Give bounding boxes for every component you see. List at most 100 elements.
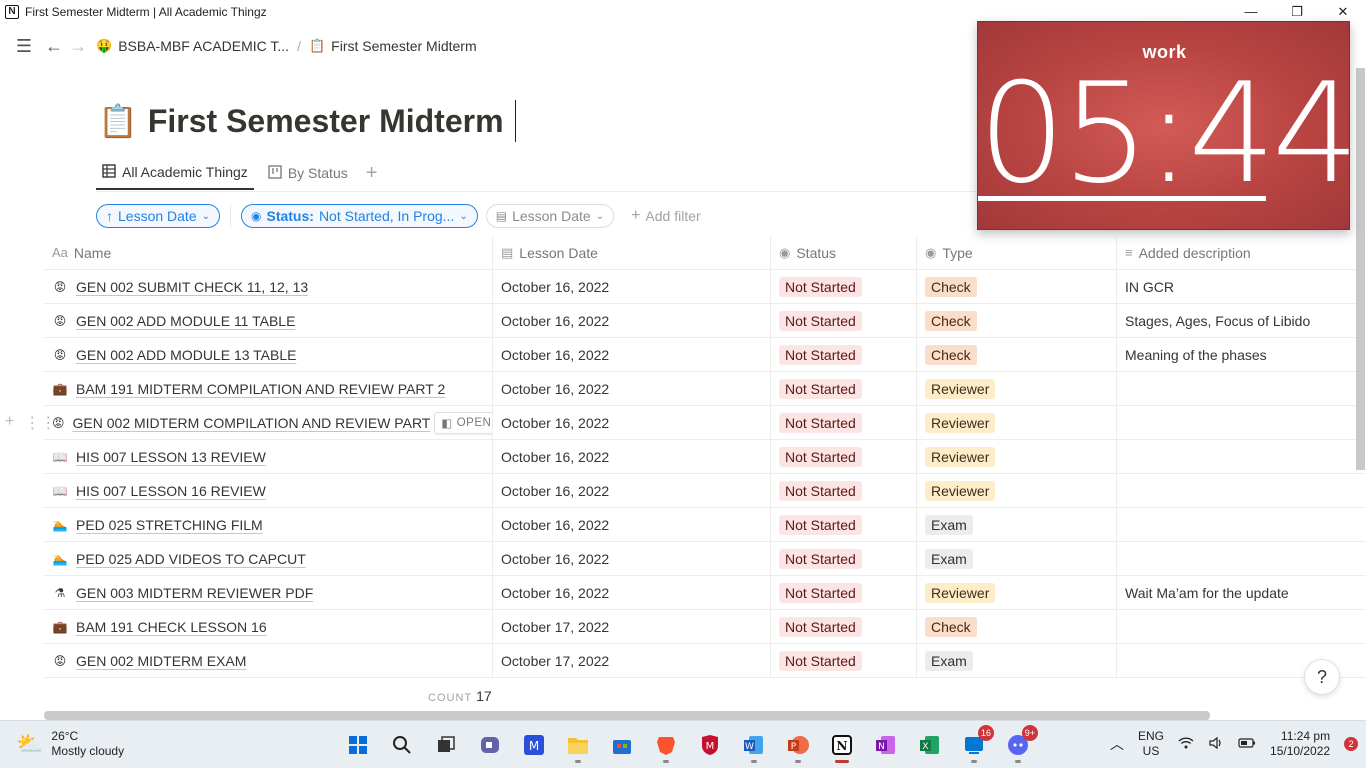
name-cell[interactable]: 😡 GEN 002 MIDTERM COMPILATION AND REVIEW … — [44, 406, 493, 439]
name-cell[interactable]: 😡 GEN 002 SUBMIT CHECK 11, 12, 13 — [44, 270, 493, 303]
type-cell[interactable]: Check — [917, 338, 1117, 371]
notification-count[interactable]: 2 — [1344, 737, 1359, 751]
name-cell[interactable]: 📖 HIS 007 LESSON 16 REVIEW — [44, 474, 493, 507]
row-name[interactable]: GEN 002 MIDTERM EXAM — [76, 653, 246, 669]
row-name[interactable]: HIS 007 LESSON 13 REVIEW — [76, 449, 266, 465]
chevron-up-icon[interactable]: ︿ — [1110, 734, 1124, 754]
powerpoint-icon[interactable]: P — [780, 727, 816, 763]
pomodoro-timer-window[interactable]: work 05:44 — [977, 21, 1360, 230]
date-cell[interactable]: October 16, 2022 — [493, 372, 771, 405]
add-view-icon[interactable]: + — [362, 162, 382, 185]
status-cell[interactable]: Not Started — [771, 338, 917, 371]
description-cell[interactable] — [1117, 610, 1366, 643]
status-cell[interactable]: Not Started — [771, 270, 917, 303]
type-cell[interactable]: Check — [917, 610, 1117, 643]
column-header-name[interactable]: Aa Name — [44, 236, 493, 269]
description-cell[interactable]: Stages, Ages, Focus of Libido — [1117, 304, 1366, 337]
store-icon[interactable] — [604, 727, 640, 763]
maximize-button[interactable]: ❐ — [1274, 0, 1320, 23]
date-cell[interactable]: October 16, 2022 — [493, 304, 771, 337]
page-title[interactable]: 📋 First Semester Midterm — [98, 100, 516, 142]
status-cell[interactable]: Not Started — [771, 304, 917, 337]
column-header-type[interactable]: ◉ Type — [917, 236, 1117, 269]
date-cell[interactable]: October 16, 2022 — [493, 576, 771, 609]
search-icon[interactable] — [384, 727, 420, 763]
clipboard-icon[interactable]: 📋 — [98, 102, 138, 140]
onenote-icon[interactable]: N — [868, 727, 904, 763]
table-row[interactable]: 😡 GEN 002 MIDTERM COMPILATION AND REVIEW … — [44, 406, 1366, 440]
add-row-icon[interactable]: + — [5, 413, 14, 433]
discord-icon[interactable]: 9+ — [1000, 725, 1038, 763]
row-name[interactable]: BAM 191 CHECK LESSON 16 — [76, 619, 267, 635]
date-cell[interactable]: October 16, 2022 — [493, 406, 771, 439]
clock[interactable]: 11:24 pm 15/10/2022 — [1270, 729, 1330, 759]
page-title-text[interactable]: First Semester Midterm — [148, 103, 504, 140]
mcafee-icon[interactable]: M — [692, 727, 728, 763]
name-cell[interactable]: 😡 GEN 002 ADD MODULE 13 TABLE — [44, 338, 493, 371]
table-row[interactable]: 🏊 PED 025 ADD VIDEOS TO CAPCUT October 16,… — [44, 542, 1366, 576]
description-cell[interactable]: IN GCR — [1117, 270, 1366, 303]
status-cell[interactable]: Not Started — [771, 406, 917, 439]
sort-pill[interactable]: ↑ Lesson Date ⌄ — [96, 204, 220, 228]
description-cell[interactable] — [1117, 406, 1366, 439]
table-row[interactable]: 📖 HIS 007 LESSON 16 REVIEW October 16, 202… — [44, 474, 1366, 508]
status-cell[interactable]: Not Started — [771, 440, 917, 473]
description-cell[interactable] — [1117, 440, 1366, 473]
back-arrow-icon[interactable]: ← — [42, 34, 66, 58]
type-cell[interactable]: Check — [917, 270, 1117, 303]
description-cell[interactable] — [1117, 372, 1366, 405]
table-row[interactable]: 💼 BAM 191 MIDTERM COMPILATION AND REVIEW … — [44, 372, 1366, 406]
add-filter-button[interactable]: + Add filter — [622, 204, 710, 228]
vertical-scrollbar[interactable] — [1356, 68, 1365, 470]
description-cell[interactable]: Wait Ma’am for the update — [1117, 576, 1366, 609]
name-cell[interactable]: ⚗ GEN 003 MIDTERM REVIEWER PDF — [44, 576, 493, 609]
maths-app-icon[interactable]: M — [516, 727, 552, 763]
row-name[interactable]: PED 025 STRETCHING FILM — [76, 517, 263, 533]
file-explorer-icon[interactable] — [560, 727, 596, 763]
help-button[interactable]: ? — [1304, 659, 1340, 695]
close-button[interactable]: ✕ — [1320, 0, 1366, 23]
battery-icon[interactable] — [1238, 737, 1256, 752]
status-cell[interactable]: Not Started — [771, 372, 917, 405]
sidebar-menu-icon[interactable]: ☰ — [12, 34, 36, 58]
name-cell[interactable]: 😡 GEN 002 MIDTERM EXAM — [44, 644, 493, 677]
row-name[interactable]: HIS 007 LESSON 16 REVIEW — [76, 483, 266, 499]
wifi-icon[interactable] — [1178, 736, 1194, 753]
name-cell[interactable]: 🏊 PED 025 ADD VIDEOS TO CAPCUT — [44, 542, 493, 575]
tab-by-status[interactable]: By Status — [262, 156, 354, 190]
breadcrumb-page[interactable]: 📋 First Semester Midterm — [303, 38, 483, 54]
tab-all-academic-thingz[interactable]: All Academic Thingz — [96, 156, 254, 190]
task-view-icon[interactable] — [428, 727, 464, 763]
open-page-button[interactable]: ◧ OPEN — [434, 411, 492, 434]
language-indicator[interactable]: ENG US — [1138, 729, 1164, 759]
column-header-status[interactable]: ◉ Status — [771, 236, 917, 269]
row-name[interactable]: GEN 002 MIDTERM COMPILATION AND REVIEW P… — [73, 415, 431, 431]
table-row[interactable]: 😡 GEN 002 MIDTERM EXAM October 17, 2022 Not… — [44, 644, 1366, 678]
status-cell[interactable]: Not Started — [771, 542, 917, 575]
table-row[interactable]: 😡 GEN 002 SUBMIT CHECK 11, 12, 13 October … — [44, 270, 1366, 304]
teams-chat-icon[interactable] — [472, 727, 508, 763]
date-cell[interactable]: October 17, 2022 — [493, 644, 771, 677]
type-cell[interactable]: Exam — [917, 644, 1117, 677]
status-cell[interactable]: Not Started — [771, 508, 917, 541]
table-row[interactable]: 💼 BAM 191 CHECK LESSON 16 October 17, 2022… — [44, 610, 1366, 644]
name-cell[interactable]: 📖 HIS 007 LESSON 13 REVIEW — [44, 440, 493, 473]
status-cell[interactable]: Not Started — [771, 644, 917, 677]
horizontal-scrollbar[interactable] — [44, 711, 1210, 720]
name-cell[interactable]: 💼 BAM 191 CHECK LESSON 16 — [44, 610, 493, 643]
type-cell[interactable]: Reviewer — [917, 406, 1117, 439]
table-row[interactable]: 😡 GEN 002 ADD MODULE 11 TABLE October 16, … — [44, 304, 1366, 338]
brave-browser-icon[interactable] — [648, 727, 684, 763]
status-cell[interactable]: Not Started — [771, 610, 917, 643]
date-cell[interactable]: October 16, 2022 — [493, 338, 771, 371]
date-filter-pill[interactable]: ▤ Lesson Date ⌄ — [485, 204, 615, 228]
table-row[interactable]: 🏊 PED 025 STRETCHING FILM October 16, 2022… — [44, 508, 1366, 542]
row-name[interactable]: GEN 002 SUBMIT CHECK 11, 12, 13 — [76, 279, 308, 295]
table-row[interactable]: 📖 HIS 007 LESSON 13 REVIEW October 16, 202… — [44, 440, 1366, 474]
type-cell[interactable]: Reviewer — [917, 576, 1117, 609]
notion-icon[interactable]: N — [824, 727, 860, 763]
type-cell[interactable]: Exam — [917, 508, 1117, 541]
type-cell[interactable]: Reviewer — [917, 440, 1117, 473]
column-header-lesson-date[interactable]: ▤ Lesson Date — [493, 236, 771, 269]
description-cell[interactable] — [1117, 508, 1366, 541]
